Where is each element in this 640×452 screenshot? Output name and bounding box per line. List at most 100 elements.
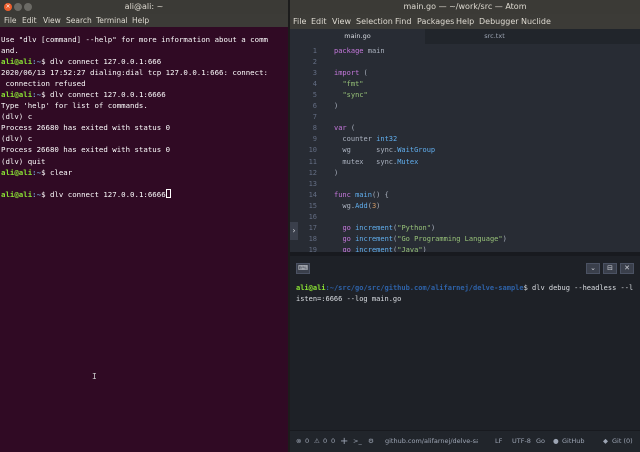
project-path[interactable]: github.com/alifarnej/delve-sample xyxy=(385,431,478,452)
code-token: "sync" xyxy=(342,91,368,100)
code-text: ) xyxy=(334,168,338,179)
terminal-line: ali@ali:~$ clear xyxy=(1,167,288,178)
terminal-title: ali@ali: ~ xyxy=(124,2,164,11)
code-line: 1 package main xyxy=(290,46,640,57)
prompt-user: ali@ali xyxy=(1,57,33,67)
line-number: 8 xyxy=(312,124,317,133)
tab-main-go[interactable]: main.go xyxy=(290,29,425,44)
line-number: 10 xyxy=(308,146,317,155)
code-token: main xyxy=(350,190,372,199)
atom-title: main.go — ~/work/src — Atom xyxy=(403,2,527,11)
chevron-right-icon[interactable]: › xyxy=(290,222,298,240)
code-token: go xyxy=(342,234,351,243)
code-text: go increment("Java") xyxy=(334,245,426,252)
code-editor[interactable]: 1 package main 2 3 import (4 "fmt" 5 "sync" 6)… xyxy=(290,44,640,252)
close-panel-icon[interactable]: ✕ xyxy=(620,263,634,274)
code-token: ) xyxy=(502,234,507,243)
panel-command-continuation: isten=:6666 --log main.go xyxy=(296,295,402,303)
atom-menu-help[interactable]: Help xyxy=(456,14,474,29)
bug-icon[interactable]: ⚙ xyxy=(368,431,374,452)
code-token: increment xyxy=(350,223,394,232)
keyboard-icon[interactable]: ⌨ xyxy=(296,263,310,274)
atom-menu-view[interactable]: View xyxy=(332,14,351,29)
terminal-panel[interactable]: ⌨ ⌄ ⊟ ✕ ali@ali:~/src/go/src/github.com/… xyxy=(290,252,640,430)
menu-terminal[interactable]: Terminal xyxy=(96,14,128,27)
line-text: connection refused xyxy=(1,79,86,89)
code-token: counter xyxy=(334,135,377,144)
code-line: 6) xyxy=(290,101,640,112)
line-number: 12 xyxy=(308,168,317,177)
atom-menu-nuclide[interactable]: Nuclide xyxy=(521,14,551,29)
line-number: 19 xyxy=(308,245,317,252)
chevron-down-icon[interactable]: ⌄ xyxy=(586,263,600,274)
code-text: package main xyxy=(334,46,385,57)
atom-menu-debugger[interactable]: Debugger xyxy=(479,14,519,29)
terminal-output[interactable]: Use "dlv [command] --help" for more info… xyxy=(0,34,288,452)
line-number: 13 xyxy=(308,179,317,188)
github-button[interactable]: GitHub xyxy=(562,431,585,452)
code-text: counter int32 xyxy=(334,134,397,145)
line-number: 15 xyxy=(308,201,317,210)
line-ending[interactable]: LF xyxy=(495,431,502,452)
menu-edit[interactable]: Edit xyxy=(22,14,37,27)
terminal-cursor xyxy=(165,188,171,198)
maximize-window-icon[interactable] xyxy=(24,3,32,11)
code-line: 7 xyxy=(290,112,640,123)
error-count[interactable]: 0 xyxy=(305,431,309,452)
add-icon[interactable]: + xyxy=(340,431,348,452)
minimize-window-icon[interactable] xyxy=(14,3,22,11)
terminal-line: 2020/06/13 17:52:27 dialing:dial tcp 127… xyxy=(1,67,288,78)
atom-menu-file[interactable]: File xyxy=(293,14,306,29)
line-text: $ dlv connect 127.0.0.1:666 xyxy=(41,57,162,67)
code-line: 10 wg sync.WaitGroup xyxy=(290,145,640,156)
prompt-path: :~ xyxy=(32,57,42,67)
menu-view[interactable]: View xyxy=(43,14,61,27)
code-text: var ( xyxy=(334,123,355,134)
panel-prompt-user: ali@ali xyxy=(296,284,326,292)
encoding[interactable]: UTF-8 xyxy=(512,431,531,452)
atom-menu-edit[interactable]: Edit xyxy=(311,14,327,29)
code-line: 11 mutex sync.Mutex xyxy=(290,157,640,168)
warning-icon[interactable]: ⚠ xyxy=(314,431,320,452)
info-count[interactable]: 0 xyxy=(331,431,335,452)
git-button[interactable]: Git (0) xyxy=(612,431,633,452)
menu-help[interactable]: Help xyxy=(132,14,149,27)
line-text: (dlv) c xyxy=(1,134,33,144)
code-text: func main() { xyxy=(334,190,389,201)
terminal-icon[interactable]: >_ xyxy=(353,431,362,452)
menu-search[interactable]: Search xyxy=(66,14,92,27)
code-text: go increment("Python") xyxy=(334,223,435,234)
atom-menu-find[interactable]: Find xyxy=(395,14,411,29)
warning-count[interactable]: 0 xyxy=(323,431,327,452)
prompt-user: ali@ali xyxy=(1,189,33,199)
panel-command: $ dlv debug --headless --l xyxy=(523,284,634,292)
code-line: 5 "sync" xyxy=(290,90,640,101)
code-token: ( xyxy=(346,124,356,133)
line-number: 9 xyxy=(312,135,317,144)
code-line: 12) xyxy=(290,168,640,179)
tab-src-txt[interactable]: src.txt xyxy=(427,29,562,44)
atom-menu-selection[interactable]: Selection xyxy=(356,14,393,29)
line-text: and. xyxy=(1,46,19,56)
atom-menu-packages[interactable]: Packages xyxy=(417,14,454,29)
grammar[interactable]: Go xyxy=(536,431,545,452)
atom-window: main.go — ~/work/src — Atom File Edit Vi… xyxy=(290,0,640,452)
code-token: wg. xyxy=(334,201,356,210)
line-number: 4 xyxy=(312,80,317,89)
menu-file[interactable]: File xyxy=(4,14,17,27)
code-token: package xyxy=(334,47,364,55)
maximize-panel-icon[interactable]: ⊟ xyxy=(603,263,617,274)
error-icon[interactable]: ⊗ xyxy=(296,431,301,452)
close-window-icon[interactable]: × xyxy=(4,3,12,11)
code-line: 16 xyxy=(290,212,640,223)
code-token: "fmt" xyxy=(342,80,364,89)
github-icon[interactable]: ● xyxy=(553,431,559,452)
code-token: ) xyxy=(334,168,339,177)
code-token: WaitGroup xyxy=(397,146,436,155)
code-line: 14 func main() { xyxy=(290,190,640,201)
code-text: mutex sync.Mutex xyxy=(334,157,418,168)
terminal-line: ali@ali:~$ dlv connect 127.0.0.1:6666 xyxy=(1,89,288,100)
code-line: 19 go increment("Java") xyxy=(290,245,640,252)
git-icon[interactable]: ◆ xyxy=(603,431,608,452)
terminal-line: and. xyxy=(1,45,288,56)
